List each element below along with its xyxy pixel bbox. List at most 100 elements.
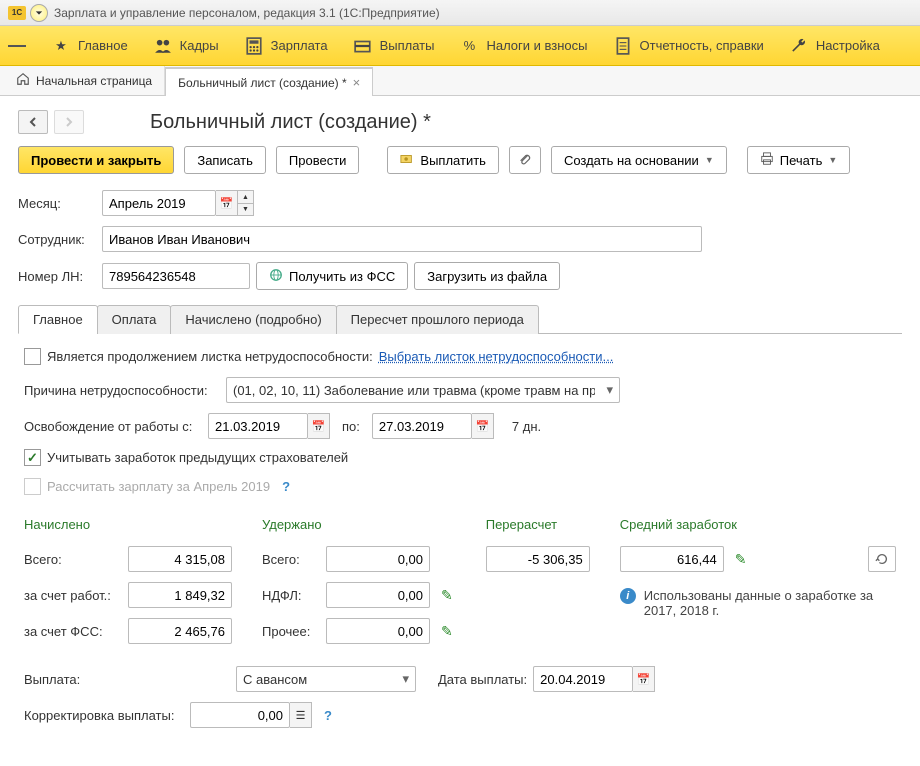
avg-input[interactable] xyxy=(620,546,724,572)
create-based-on-button[interactable]: Создать на основании ▼ xyxy=(551,146,727,174)
system-menu-dropdown[interactable] xyxy=(30,4,48,22)
calendar-button[interactable]: 📅 xyxy=(472,413,494,439)
nav-salary[interactable]: Зарплата xyxy=(245,37,328,55)
calendar-button[interactable]: 📅 xyxy=(633,666,655,692)
consider-prev-checkbox[interactable] xyxy=(24,449,41,466)
print-button[interactable]: Печать ▼ xyxy=(747,146,851,174)
correction-input[interactable] xyxy=(190,702,290,728)
home-icon xyxy=(16,72,30,89)
payment-label: Выплата: xyxy=(24,672,230,687)
month-label: Месяц: xyxy=(18,196,96,211)
calculator-icon xyxy=(245,37,263,55)
refresh-icon xyxy=(875,552,889,566)
accrued-fss-input[interactable] xyxy=(128,618,232,644)
attachment-button[interactable] xyxy=(509,146,541,174)
chevron-down-icon: ▼ xyxy=(705,155,714,165)
withheld-total-input[interactable] xyxy=(326,546,430,572)
globe-icon xyxy=(269,268,283,285)
consider-prev-label: Учитывать заработок предыдущих страховат… xyxy=(47,450,348,465)
recalc-header: Перерасчет xyxy=(486,517,590,532)
edit-ndfl-icon[interactable]: ✎ xyxy=(438,587,456,604)
forward-button[interactable] xyxy=(54,110,84,134)
refresh-button[interactable] xyxy=(868,546,896,572)
doc-tab-payment[interactable]: Оплата xyxy=(97,305,172,334)
get-from-fss-button[interactable]: Получить из ФСС xyxy=(256,262,408,290)
edit-avg-icon[interactable]: ✎ xyxy=(732,551,750,568)
payment-date-label: Дата выплаты: xyxy=(438,672,527,687)
nav-payments[interactable]: Выплаты xyxy=(354,37,435,55)
recalc-salary-label: Рассчитать зарплату за Апрель 2019 xyxy=(47,479,270,494)
reason-label: Причина нетрудоспособности: xyxy=(24,383,220,398)
calendar-button[interactable]: 📅 xyxy=(216,190,238,216)
tab-home[interactable]: Начальная страница xyxy=(4,66,165,95)
payment-date-input[interactable] xyxy=(533,666,633,692)
logo-1c: 1С xyxy=(8,6,26,20)
page-title: Больничный лист (создание) * xyxy=(150,111,431,134)
select-sheet-link[interactable]: Выбрать листок нетрудоспособности... xyxy=(379,349,614,364)
employee-label: Сотрудник: xyxy=(18,232,96,247)
nav-settings[interactable]: Настройка xyxy=(790,37,880,55)
date-from-input[interactable] xyxy=(208,413,308,439)
payment-select[interactable]: С авансом xyxy=(236,666,416,692)
info-icon: i xyxy=(620,588,636,604)
nav-hr[interactable]: Кадры xyxy=(154,37,219,55)
paperclip-icon xyxy=(518,152,532,169)
printer-icon xyxy=(760,152,774,169)
accrued-employer-input[interactable] xyxy=(128,582,232,608)
ln-number-input[interactable] xyxy=(102,263,250,289)
recalc-salary-checkbox[interactable] xyxy=(24,478,41,495)
ndfl-input[interactable] xyxy=(326,582,430,608)
doc-tab-recalc[interactable]: Пересчет прошлого периода xyxy=(336,305,539,334)
recalc-input[interactable] xyxy=(486,546,590,572)
release-from-label: Освобождение от работы с: xyxy=(24,419,202,434)
correction-label: Корректировка выплаты: xyxy=(24,708,184,723)
avg-header: Средний заработок xyxy=(620,517,896,532)
date-to-label: по: xyxy=(342,419,360,434)
doc-tab-main[interactable]: Главное xyxy=(18,305,98,334)
hamburger-icon xyxy=(8,37,26,55)
chevron-down-icon: ▼ xyxy=(828,155,837,165)
window-title: Зарплата и управление персоналом, редакц… xyxy=(54,6,440,20)
month-input[interactable] xyxy=(102,190,216,216)
month-down[interactable]: ▼ xyxy=(238,203,254,216)
wrench-icon xyxy=(790,37,808,55)
back-button[interactable] xyxy=(18,110,48,134)
info-text: Использованы данные о заработке за 2017,… xyxy=(644,588,874,618)
help-icon[interactable]: ? xyxy=(324,708,332,723)
calendar-button[interactable]: 📅 xyxy=(308,413,330,439)
reason-select[interactable]: (01, 02, 10, 11) Заболевание или травма … xyxy=(226,377,620,403)
month-up[interactable]: ▲ xyxy=(238,190,254,203)
ndfl-label: НДФЛ: xyxy=(262,588,318,603)
accrued-total-input[interactable] xyxy=(128,546,232,572)
other-input[interactable] xyxy=(326,618,430,644)
continuation-label: Является продолжением листка нетрудоспос… xyxy=(47,349,373,364)
date-to-input[interactable] xyxy=(372,413,472,439)
post-and-close-button[interactable]: Провести и закрыть xyxy=(18,146,174,174)
load-from-file-button[interactable]: Загрузить из файла xyxy=(414,262,560,290)
help-icon[interactable]: ? xyxy=(282,479,290,494)
wallet-icon xyxy=(354,37,372,55)
continuation-checkbox[interactable] xyxy=(24,348,41,365)
ln-number-label: Номер ЛН: xyxy=(18,269,96,284)
close-icon[interactable]: × xyxy=(353,75,361,90)
save-button[interactable]: Записать xyxy=(184,146,266,174)
employer-label: за счет работ.: xyxy=(24,588,120,603)
edit-other-icon[interactable]: ✎ xyxy=(438,623,456,640)
nav-taxes[interactable]: % Налоги и взносы xyxy=(460,37,587,55)
percent-icon: % xyxy=(460,37,478,55)
other-label: Прочее: xyxy=(262,624,318,639)
employee-input[interactable] xyxy=(102,226,702,252)
post-button[interactable]: Провести xyxy=(276,146,360,174)
nav-reports[interactable]: Отчетность, справки xyxy=(614,37,764,55)
nav-main[interactable]: ★ Главное xyxy=(52,37,128,55)
pay-button[interactable]: Выплатить xyxy=(387,146,499,174)
withheld-total-label: Всего: xyxy=(262,552,318,567)
correction-calc-button[interactable]: ☰ xyxy=(290,702,312,728)
withheld-header: Удержано xyxy=(262,517,456,532)
tab-current-document[interactable]: Больничный лист (создание) * × xyxy=(165,67,373,96)
star-icon: ★ xyxy=(52,37,70,55)
doc-tab-accrued-details[interactable]: Начислено (подробно) xyxy=(170,305,336,334)
money-icon xyxy=(400,152,414,169)
people-icon xyxy=(154,37,172,55)
menu-button[interactable] xyxy=(8,37,26,55)
